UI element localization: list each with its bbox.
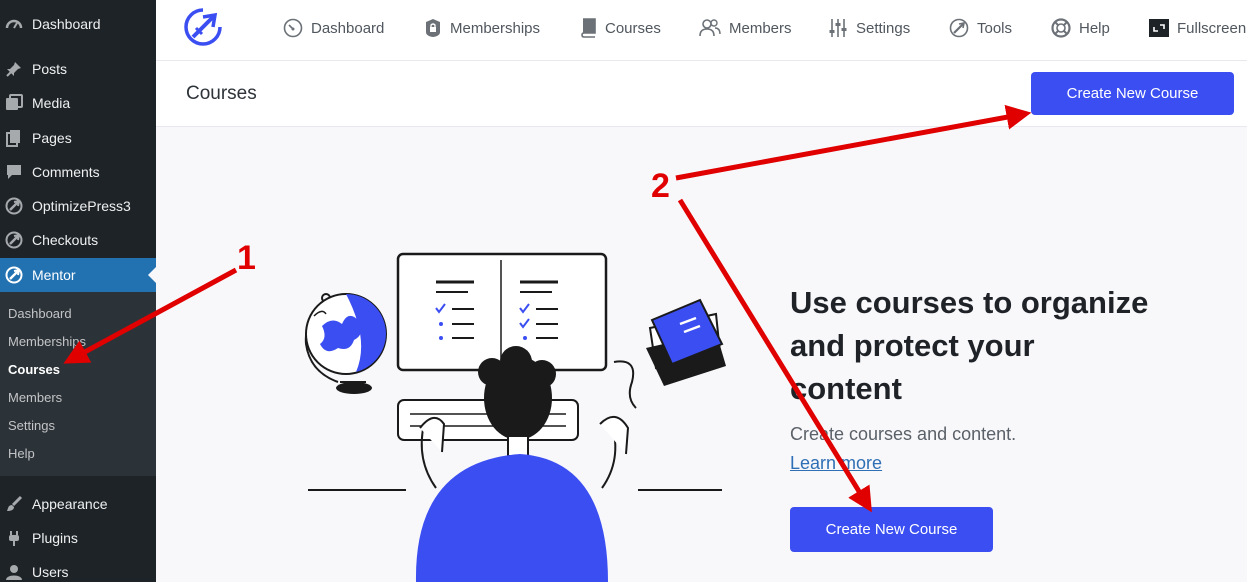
optimizepress-rocket-icon <box>5 231 23 249</box>
submenu-item-help[interactable]: Help <box>8 446 148 461</box>
submenu-item-memberships[interactable]: Memberships <box>8 334 148 349</box>
nav-courses[interactable]: Courses <box>579 14 661 42</box>
sidebar-item-label: Checkouts <box>32 232 99 248</box>
submenu-item-members[interactable]: Members <box>8 390 148 405</box>
nav-label: Help <box>1079 19 1110 37</box>
nav-memberships[interactable]: Memberships <box>424 14 540 42</box>
optimizepress-rocket-icon <box>5 197 23 215</box>
mentor-submenu: Dashboard Memberships Courses Members Se… <box>0 292 156 476</box>
create-new-course-button-header[interactable]: Create New Course <box>1031 72 1234 115</box>
top-navigation: Dashboard Memberships Courses Members Se… <box>156 0 1247 61</box>
sidebar-item-appearance[interactable]: Appearance <box>0 487 156 521</box>
sidebar-item-label: Plugins <box>32 530 78 546</box>
nav-members[interactable]: Members <box>699 14 792 42</box>
nav-tools[interactable]: Tools <box>949 14 1012 42</box>
sidebar-item-label: Media <box>32 95 71 111</box>
nav-settings[interactable]: Settings <box>828 14 910 42</box>
sidebar-item-label: Appearance <box>32 496 108 512</box>
page-header: Courses Create New Course <box>156 61 1247 127</box>
sidebar-item-media[interactable]: Media <box>0 86 156 120</box>
media-icon <box>5 94 23 112</box>
empty-state-illustration <box>304 252 726 582</box>
nav-label: Settings <box>856 19 911 37</box>
sidebar-item-dashboard[interactable]: Dashboard <box>0 7 156 41</box>
empty-state-heading: Use courses to organize and protect your… <box>790 285 1149 406</box>
sidebar-item-label: Mentor <box>32 267 76 283</box>
submenu-item-settings[interactable]: Settings <box>8 418 148 433</box>
nav-fullscreen[interactable]: Fullscreen <box>1149 14 1246 42</box>
empty-state-description: Create courses and content. <box>790 424 1017 444</box>
optimizepress-rocket-logo[interactable] <box>184 8 222 46</box>
book-icon <box>581 18 596 38</box>
pages-icon <box>5 129 23 147</box>
wp-admin-sidebar: Dashboard Posts Media Pages Comments Opt… <box>0 0 156 582</box>
lifebuoy-icon <box>1051 18 1071 38</box>
sidebar-item-label: Users <box>32 564 69 580</box>
sidebar-item-label: Posts <box>32 61 68 77</box>
nav-label: Dashboard <box>311 19 385 37</box>
nav-dashboard[interactable]: Dashboard <box>283 14 384 42</box>
dashboard-gauge-icon <box>5 15 23 33</box>
paintbrush-icon <box>5 495 23 513</box>
speedometer-icon <box>283 18 303 38</box>
rocket-icon <box>949 18 969 38</box>
sliders-icon <box>829 19 847 37</box>
sidebar-item-users[interactable]: Users <box>0 555 156 582</box>
sidebar-item-checkouts[interactable]: Checkouts <box>0 223 156 257</box>
pushpin-icon <box>5 60 23 78</box>
page-title: Courses <box>186 83 257 104</box>
sidebar-item-pages[interactable]: Pages <box>0 121 156 155</box>
nav-label: Fullscreen <box>1177 19 1247 37</box>
sidebar-item-optimizepress3[interactable]: OptimizePress3 <box>0 189 156 223</box>
optimizepress-rocket-icon <box>5 266 23 284</box>
annotation-marker-1: 1 <box>237 239 256 277</box>
sidebar-item-label: Pages <box>32 130 72 146</box>
sidebar-item-label: Comments <box>32 164 100 180</box>
users-icon <box>699 19 721 37</box>
learn-more-link[interactable]: Learn more <box>790 453 882 474</box>
sidebar-item-label: OptimizePress3 <box>32 198 131 214</box>
sidebar-item-posts[interactable]: Posts <box>0 52 156 86</box>
nav-label: Courses <box>605 19 661 37</box>
create-new-course-button[interactable]: Create New Course <box>790 507 993 552</box>
nav-label: Memberships <box>450 19 541 37</box>
sidebar-item-label: Dashboard <box>32 16 101 32</box>
sidebar-item-mentor[interactable]: Mentor <box>0 258 156 292</box>
lock-icon <box>426 19 440 37</box>
sidebar-item-plugins[interactable]: Plugins <box>0 521 156 555</box>
nav-label: Members <box>729 19 792 37</box>
submenu-item-dashboard[interactable]: Dashboard <box>8 306 148 321</box>
user-icon <box>5 563 23 581</box>
annotation-marker-2: 2 <box>651 167 670 205</box>
sidebar-item-comments[interactable]: Comments <box>0 155 156 189</box>
fullscreen-icon <box>1149 19 1169 37</box>
comment-bubble-icon <box>5 163 23 181</box>
nav-help[interactable]: Help <box>1051 14 1110 42</box>
nav-label: Tools <box>977 19 1013 37</box>
plug-icon <box>5 529 23 547</box>
submenu-item-courses[interactable]: Courses <box>8 362 148 377</box>
